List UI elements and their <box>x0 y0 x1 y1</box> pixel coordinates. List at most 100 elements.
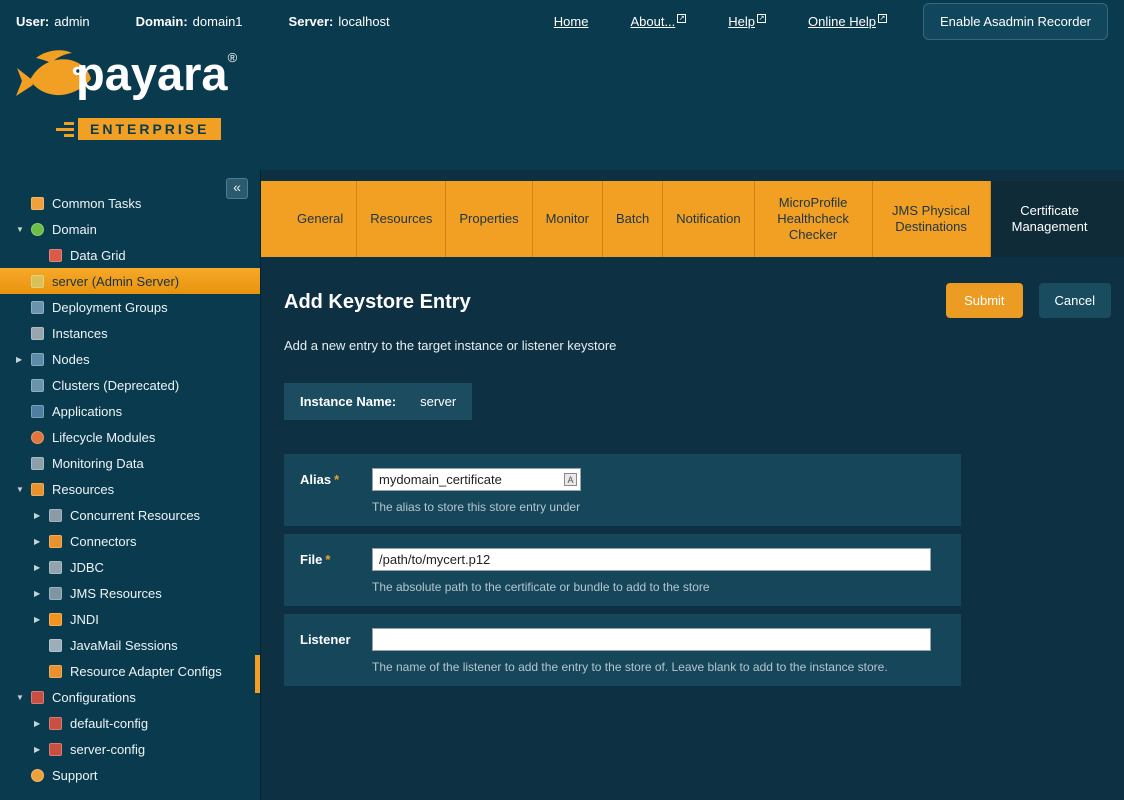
server-config-icon <box>49 743 62 756</box>
required-asterisk: * <box>334 472 339 487</box>
sidebar-item-resources[interactable]: ▼Resources <box>0 476 260 502</box>
file-input[interactable] <box>372 548 931 571</box>
alias-help-text: The alias to store this store entry unde… <box>372 500 945 514</box>
sidebar-item-applications[interactable]: Applications <box>0 398 260 424</box>
tab-resources[interactable]: Resources <box>357 181 446 257</box>
enterprise-label: ENTERPRISE <box>78 118 221 140</box>
external-link-icon: ↗ <box>878 14 887 23</box>
domain-label: Domain: <box>136 14 188 29</box>
header-link-help[interactable]: Help↗ <box>728 14 766 29</box>
listener-input[interactable] <box>372 628 931 651</box>
header-link-home[interactable]: Home <box>554 14 589 29</box>
alias-input[interactable] <box>372 468 581 491</box>
chevron-right-icon[interactable]: ▶ <box>34 511 49 520</box>
header-links: Home About...↗ Help↗ Online Help↗ <box>554 14 887 29</box>
enable-asadmin-recorder-button[interactable]: Enable Asadmin Recorder <box>923 3 1108 40</box>
data-grid-icon <box>49 249 62 262</box>
resources-icon <box>31 483 44 496</box>
default-config-icon <box>49 717 62 730</box>
sidebar-item-domain[interactable]: ▼Domain <box>0 216 260 242</box>
sidebar-item-label: Data Grid <box>70 248 126 263</box>
tab-batch[interactable]: Batch <box>603 181 663 257</box>
main-panel: Add Keystore Entry Submit Cancel Add a n… <box>261 283 1124 686</box>
sidebar-item-nodes[interactable]: ▶ Nodes <box>0 346 260 372</box>
sidebar-item-server-admin-server[interactable]: server (Admin Server) <box>0 268 260 294</box>
chevron-down-icon[interactable]: ▼ <box>16 693 31 702</box>
sidebar-item-common-tasks[interactable]: Common Tasks <box>0 190 260 216</box>
tab-general[interactable]: General <box>284 181 357 257</box>
sidebar-item-label: Nodes <box>52 352 90 367</box>
chevron-right-icon[interactable]: ▶ <box>34 719 49 728</box>
sidebar-item-lifecycle-modules[interactable]: Lifecycle Modules <box>0 424 260 450</box>
lifecycle-modules-icon <box>31 431 44 444</box>
jndi-icon <box>49 613 62 626</box>
tab-certificate-management[interactable]: Certificate Management <box>991 181 1109 257</box>
instance-name-panel: Instance Name: server <box>284 383 472 420</box>
sidebar-item-resource-adapter-configs[interactable]: Resource Adapter Configs <box>0 658 260 684</box>
stripes-icon <box>56 122 74 137</box>
server-info: Server:localhost <box>289 14 390 29</box>
file-help-text: The absolute path to the certificate or … <box>372 580 945 594</box>
sidebar-item-deployment-groups[interactable]: Deployment Groups <box>0 294 260 320</box>
sidebar-item-clusters-deprecated[interactable]: Clusters (Deprecated) <box>0 372 260 398</box>
sidebar-item-jndi[interactable]: ▶JNDI <box>0 606 260 632</box>
tab-microprofile-healthcheck-checker[interactable]: MicroProfile Healthcheck Checker <box>755 181 873 257</box>
support-icon <box>31 769 44 782</box>
sidebar-item-label: server-config <box>70 742 145 757</box>
sidebar-item-jdbc[interactable]: ▶ JDBC <box>0 554 260 580</box>
cancel-button[interactable]: Cancel <box>1039 283 1111 318</box>
chevron-right-icon[interactable]: ▶ <box>34 563 49 572</box>
chevron-right-icon[interactable]: ▶ <box>34 745 49 754</box>
tab-properties[interactable]: Properties <box>446 181 532 257</box>
sidebar-item-label: Lifecycle Modules <box>52 430 155 445</box>
jdbc-icon <box>49 561 62 574</box>
nodes-icon <box>31 353 44 366</box>
registered-mark: ® <box>228 50 238 65</box>
chevron-down-icon[interactable]: ▼ <box>16 485 31 494</box>
sidebar-item-javamail-sessions[interactable]: JavaMail Sessions <box>0 632 260 658</box>
sidebar-item-jms-resources[interactable]: ▶JMS Resources <box>0 580 260 606</box>
chevron-right-icon[interactable]: ▶ <box>34 589 49 598</box>
chevron-right-icon[interactable]: ▶ <box>34 537 49 546</box>
form-row-alias: Alias*AThe alias to store this store ent… <box>284 454 961 526</box>
submit-button[interactable]: Submit <box>946 283 1022 318</box>
user-label: User: <box>16 14 49 29</box>
jms-resources-icon <box>49 587 62 600</box>
sidebar-item-label: JDBC <box>70 560 104 575</box>
chevron-down-icon[interactable]: ▼ <box>16 225 31 234</box>
sidebar-item-monitoring-data[interactable]: Monitoring Data <box>0 450 260 476</box>
required-asterisk: * <box>325 552 330 567</box>
sidebar-item-label: Deployment Groups <box>52 300 168 315</box>
user-value: admin <box>54 14 89 29</box>
chevron-right-icon[interactable]: ▶ <box>34 615 49 624</box>
tab-monitor[interactable]: Monitor <box>533 181 603 257</box>
sidebar-item-support[interactable]: Support <box>0 762 260 788</box>
monitoring-data-icon <box>31 457 44 470</box>
sidebar-item-label: default-config <box>70 716 148 731</box>
user-info: User: admin <box>16 14 90 29</box>
header-link-about[interactable]: About...↗ <box>630 14 686 29</box>
sidebar-item-concurrent-resources[interactable]: ▶ Concurrent Resources <box>0 502 260 528</box>
sidebar-item-instances[interactable]: Instances <box>0 320 260 346</box>
sidebar-item-label: Concurrent Resources <box>70 508 200 523</box>
sidebar-item-data-grid[interactable]: Data Grid <box>0 242 260 268</box>
listener-label: Listener <box>300 628 372 674</box>
instance-name-label: Instance Name: <box>300 394 396 409</box>
sidebar-item-configurations[interactable]: ▼Configurations <box>0 684 260 710</box>
chevron-right-icon[interactable]: ▶ <box>16 355 31 364</box>
tab-jms-physical-destinations[interactable]: JMS Physical Destinations <box>873 181 991 257</box>
tab-notification[interactable]: Notification <box>663 181 754 257</box>
page-description: Add a new entry to the target instance o… <box>284 338 1111 353</box>
sidebar-collapse-button[interactable]: « <box>226 178 248 199</box>
header-link-online-help[interactable]: Online Help↗ <box>808 14 887 29</box>
sidebar-item-server-config[interactable]: ▶ server-config <box>0 736 260 762</box>
sidebar-item-connectors[interactable]: ▶Connectors <box>0 528 260 554</box>
form-row-listener: ListenerThe name of the listener to add … <box>284 614 961 686</box>
sidebar-item-default-config[interactable]: ▶ default-config <box>0 710 260 736</box>
sidebar-item-label: Monitoring Data <box>52 456 144 471</box>
sidebar-item-label: Clusters (Deprecated) <box>52 378 179 393</box>
autofill-icon: A <box>564 473 577 486</box>
header: User:admin Domain:domain1 Server:localho… <box>0 0 1124 170</box>
external-link-icon: ↗ <box>677 14 686 23</box>
instance-name-value: server <box>420 394 456 409</box>
